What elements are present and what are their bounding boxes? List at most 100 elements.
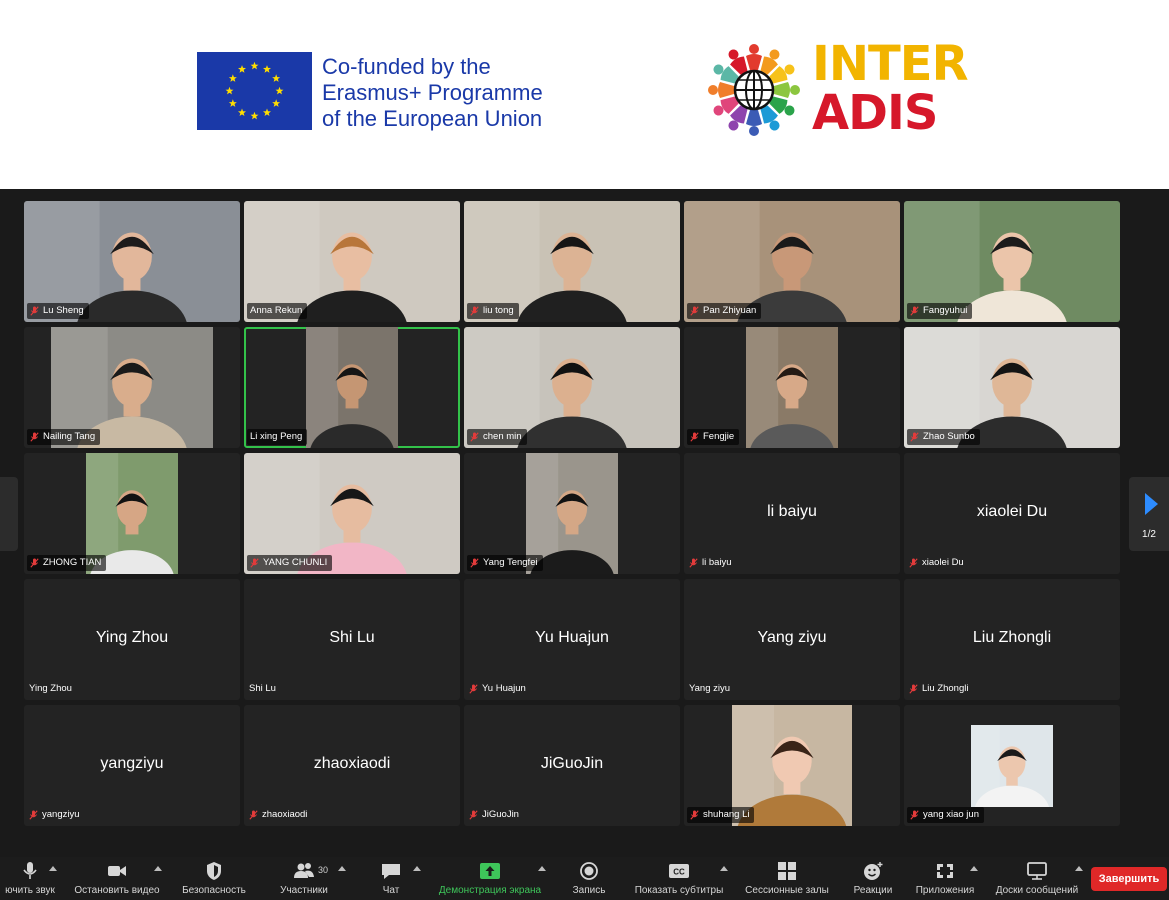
participant-tile[interactable]: Fengjie xyxy=(684,327,900,448)
unmute-button[interactable]: ючить звук xyxy=(0,857,60,900)
participant-tile[interactable]: liu tong xyxy=(464,201,680,322)
participant-name-label: Zhao Sunbo xyxy=(907,429,980,445)
participant-tile[interactable]: Lu Sheng xyxy=(24,201,240,322)
eu-line-3: of the European Union xyxy=(322,106,543,131)
participant-display-name: Yang ziyu xyxy=(757,629,827,646)
participant-tile[interactable]: JiGuoJin JiGuoJin xyxy=(464,705,680,826)
participant-name-label: Liu Zhongli xyxy=(907,681,973,697)
mic-muted-icon xyxy=(250,558,259,568)
participant-tile[interactable]: Yu Huajun Yu Huajun xyxy=(464,579,680,700)
apps-button[interactable]: Приложения xyxy=(910,857,980,900)
participant-name-label: yangziyu xyxy=(27,807,85,823)
participant-tile[interactable]: shuhang Li xyxy=(684,705,900,826)
participant-tile[interactable]: YANG CHUNLI xyxy=(244,453,460,574)
participant-name: Liu Zhongli xyxy=(922,683,969,694)
eu-cofunded-text: Co-funded by the Erasmus+ Programme of t… xyxy=(322,54,543,132)
previous-page-tab[interactable] xyxy=(0,477,18,551)
whiteboards-label: Доски сообщений xyxy=(995,885,1079,896)
participant-name-label: zhaoxiaodi xyxy=(247,807,312,823)
participants-caret-icon[interactable] xyxy=(338,866,346,871)
participant-tile[interactable]: Li xing Peng xyxy=(244,327,460,448)
mic-muted-icon xyxy=(30,558,39,568)
participant-tile[interactable]: Yang Tengfei xyxy=(464,453,680,574)
apps-label: Приложения xyxy=(915,885,975,896)
participant-name: yangziyu xyxy=(42,809,80,820)
participant-name-label: Nailing Tang xyxy=(27,429,101,445)
audio-options-caret-icon[interactable] xyxy=(49,866,57,871)
participant-name-label: Yang ziyu xyxy=(687,681,735,697)
participant-name-label: liu tong xyxy=(467,303,519,319)
captions-caret-icon[interactable] xyxy=(720,866,728,871)
participant-video xyxy=(306,327,398,448)
participant-name: Nailing Tang xyxy=(43,431,96,442)
mic-muted-icon xyxy=(690,306,699,316)
participant-name: Fengjie xyxy=(703,431,735,442)
stop-video-button[interactable]: Остановить видео xyxy=(68,857,166,900)
chat-caret-icon[interactable] xyxy=(413,866,421,871)
participant-tile[interactable]: ZHONG TIAN xyxy=(24,453,240,574)
participants-button[interactable]: Участники xyxy=(272,857,336,900)
breakout-rooms-button[interactable]: Сессионные залы xyxy=(738,857,836,900)
participant-tile[interactable]: zhaoxiaodi zhaoxiaodi xyxy=(244,705,460,826)
whiteboards-button[interactable]: Доски сообщений xyxy=(988,857,1086,900)
participant-name: chen min xyxy=(483,431,522,442)
participant-name: Zhao Sunbo xyxy=(923,431,975,442)
share-caret-icon[interactable] xyxy=(538,866,546,871)
participant-tile[interactable]: Liu Zhongli Liu Zhongli xyxy=(904,579,1120,700)
participant-name: Yu Huajun xyxy=(482,683,526,694)
participant-name: Shi Lu xyxy=(249,683,276,694)
share-screen-button[interactable]: Демонстрация экрана xyxy=(430,857,550,900)
video-options-caret-icon[interactable] xyxy=(154,866,162,871)
participant-tile[interactable]: Fangyuhui xyxy=(904,201,1120,322)
mic-muted-icon xyxy=(470,306,479,316)
meeting-gallery-view: Lu Sheng Anna Rekun liu tong Pan Zhiyuan Fan… xyxy=(0,189,1169,857)
smiley-plus-icon xyxy=(862,861,884,881)
logo-word-adis: ADIS xyxy=(812,85,938,141)
participant-name-label: Yu Huajun xyxy=(467,681,531,697)
participant-name: JiGuoJin xyxy=(482,809,519,820)
participant-name-label: Yang Tengfei xyxy=(467,555,543,571)
record-icon xyxy=(578,861,600,881)
participant-tile[interactable]: Anna Rekun xyxy=(244,201,460,322)
participant-tile[interactable]: Yang ziyu Yang ziyu xyxy=(684,579,900,700)
participant-name: ZHONG TIAN xyxy=(43,557,102,568)
participant-name-label: YANG CHUNLI xyxy=(247,555,333,571)
participant-tile[interactable]: Zhao Sunbo xyxy=(904,327,1120,448)
participant-display-name: xiaolei Du xyxy=(976,503,1048,520)
participant-tile[interactable]: li baiyu li baiyu xyxy=(684,453,900,574)
svg-text:CC: CC xyxy=(673,868,685,877)
participant-tile[interactable]: chen min xyxy=(464,327,680,448)
whiteboards-caret-icon[interactable] xyxy=(1075,866,1083,871)
security-label: Безопасность xyxy=(182,885,246,896)
branding-header: Co-funded by the Erasmus+ Programme of t… xyxy=(0,0,1169,189)
meeting-toolbar: ючить звук Остановить видео Безопасность… xyxy=(0,857,1169,900)
apps-icon xyxy=(934,861,956,881)
mic-muted-icon xyxy=(689,558,698,568)
participant-tile[interactable]: yang xiao jun xyxy=(904,705,1120,826)
participant-name: Anna Rekun xyxy=(250,305,303,316)
captions-button[interactable]: CC Показать субтитры xyxy=(628,857,730,900)
participant-tile[interactable]: Pan Zhiyuan xyxy=(684,201,900,322)
participant-tile[interactable]: Nailing Tang xyxy=(24,327,240,448)
record-button[interactable]: Запись xyxy=(566,857,612,900)
mic-muted-icon xyxy=(910,432,919,442)
reactions-button[interactable]: Реакции xyxy=(848,857,898,900)
participant-display-name: JiGuoJin xyxy=(540,755,604,772)
participant-name-label: Fangyuhui xyxy=(907,303,973,319)
apps-caret-icon[interactable] xyxy=(970,866,978,871)
participant-name-label: Pan Zhiyuan xyxy=(687,303,762,319)
participant-tile[interactable]: xiaolei Du xiaolei Du xyxy=(904,453,1120,574)
mic-muted-icon xyxy=(470,432,479,442)
participant-tile[interactable]: yangziyu yangziyu xyxy=(24,705,240,826)
participant-tile[interactable]: Shi Lu Shi Lu xyxy=(244,579,460,700)
participant-name-label: Li xing Peng xyxy=(247,429,308,445)
participant-tile[interactable]: Ying Zhou Ying Zhou xyxy=(24,579,240,700)
participant-name-label: ZHONG TIAN xyxy=(27,555,107,571)
security-button[interactable]: Безопасность xyxy=(176,857,252,900)
next-page-button[interactable]: 1/2 xyxy=(1129,477,1169,551)
chat-button[interactable]: Чат xyxy=(372,857,410,900)
reactions-label: Реакции xyxy=(853,885,893,896)
participant-name: yang xiao jun xyxy=(923,809,979,820)
mic-muted-icon xyxy=(30,306,39,316)
end-meeting-button[interactable]: Завершить xyxy=(1091,867,1167,891)
